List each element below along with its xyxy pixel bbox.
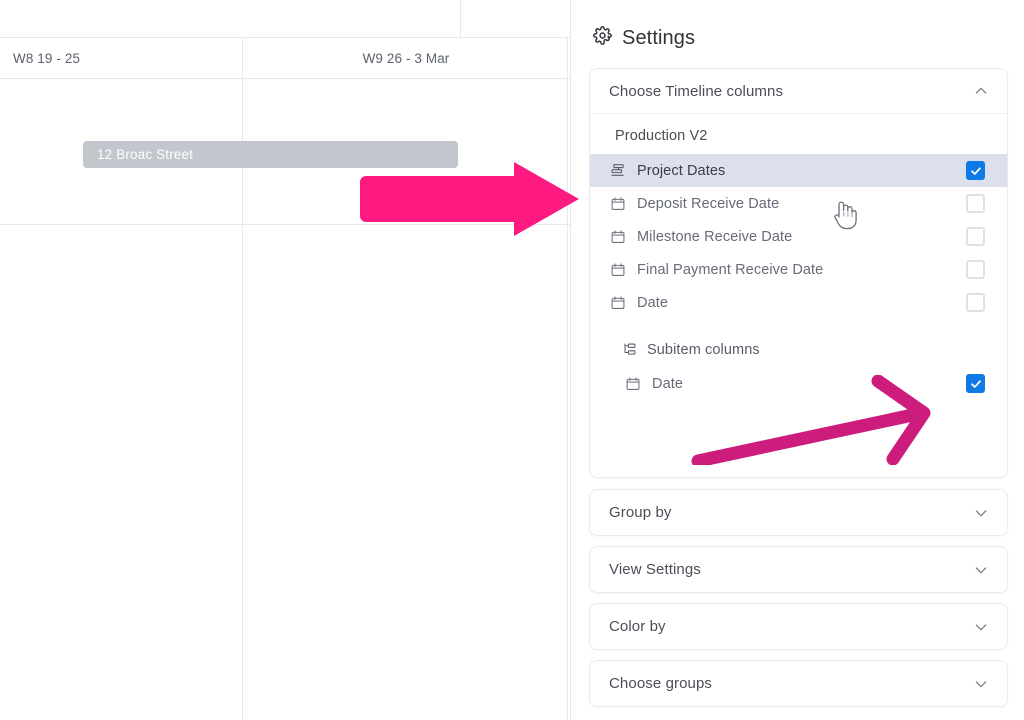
- section-color-by[interactable]: Color by: [589, 603, 1008, 650]
- settings-panel: Settings Choose Timeline columns Product…: [570, 0, 1024, 720]
- column-option-final-payment-receive-date[interactable]: Final Payment Receive Date: [590, 253, 1007, 286]
- timeline-top-header-row: [0, 0, 570, 38]
- section-header-view-settings[interactable]: View Settings: [590, 547, 1007, 592]
- section-body-choose-timeline-columns: Production V2 Project Dates Deposit Rece…: [590, 114, 1007, 424]
- gantt-bar[interactable]: 12 Broac Street: [83, 141, 458, 168]
- section-header-color-by[interactable]: Color by: [590, 604, 1007, 649]
- calendar-icon: [609, 228, 627, 246]
- column-option-project-dates[interactable]: Project Dates: [590, 154, 1007, 187]
- timeline-week-header-w8: W8 19 - 25: [13, 50, 81, 66]
- section-choose-timeline-columns: Choose Timeline columns Production V2 Pr…: [589, 68, 1008, 478]
- chevron-down-icon[interactable]: [973, 562, 989, 578]
- timeline-icon: [609, 162, 627, 180]
- section-label: Group by: [609, 504, 672, 521]
- calendar-icon: [609, 294, 627, 312]
- section-group-by[interactable]: Group by: [589, 489, 1008, 536]
- calendar-icon: [609, 195, 627, 213]
- column-option-label: Final Payment Receive Date: [637, 261, 824, 278]
- column-option-milestone-receive-date[interactable]: Milestone Receive Date: [590, 220, 1007, 253]
- timeline-row-divider: [0, 224, 570, 225]
- calendar-icon: [624, 375, 642, 393]
- section-header-group-by[interactable]: Group by: [590, 490, 1007, 535]
- page-title: Settings: [622, 26, 696, 49]
- chevron-down-icon[interactable]: [973, 676, 989, 692]
- column-checkbox-project-dates[interactable]: [966, 161, 985, 180]
- section-label: Choose Timeline columns: [609, 82, 784, 100]
- chevron-down-icon[interactable]: [973, 505, 989, 521]
- section-header-choose-groups[interactable]: Choose groups: [590, 661, 1007, 706]
- timeline-view[interactable]: W8 19 - 25 W9 26 - 3 Mar 12 Broac Street: [0, 0, 570, 720]
- subitem-icon: [620, 341, 638, 359]
- calendar-icon: [609, 261, 627, 279]
- subitem-columns-group-header: Subitem columns: [590, 333, 1007, 367]
- column-option-label: Deposit Receive Date: [637, 195, 780, 212]
- subitem-column-option-label: Date: [652, 375, 684, 392]
- timeline-week-header-w9: W9 26 - 3 Mar: [362, 50, 450, 66]
- subitem-column-option-date[interactable]: Date: [590, 367, 1007, 400]
- column-checkbox-milestone-receive-date[interactable]: [966, 227, 985, 246]
- section-choose-groups[interactable]: Choose groups: [589, 660, 1008, 707]
- chevron-down-icon[interactable]: [973, 619, 989, 635]
- chevron-up-icon[interactable]: [973, 83, 989, 99]
- timeline-week-header-row: W8 19 - 25 W9 26 - 3 Mar: [0, 38, 570, 79]
- column-checkbox-date[interactable]: [966, 293, 985, 312]
- column-checkbox-final-payment-receive-date[interactable]: [966, 260, 985, 279]
- section-label: Color by: [609, 618, 666, 635]
- section-label: View Settings: [609, 561, 701, 578]
- column-group-title: Production V2: [615, 128, 708, 144]
- section-label: Choose groups: [609, 675, 713, 692]
- column-option-deposit-receive-date[interactable]: Deposit Receive Date: [590, 187, 1007, 220]
- section-view-settings[interactable]: View Settings: [589, 546, 1008, 593]
- gantt-bar-label: 12 Broac Street: [97, 147, 194, 162]
- column-option-label: Date: [637, 294, 669, 311]
- timeline-top-header-divider: [460, 0, 461, 38]
- subitem-columns-group-label: Subitem columns: [647, 342, 760, 358]
- timeline-gridline-vertical: [567, 38, 568, 720]
- settings-panel-header: Settings: [593, 26, 695, 50]
- column-option-date[interactable]: Date: [590, 286, 1007, 319]
- column-option-label: Project Dates: [637, 162, 726, 179]
- column-checkbox-deposit-receive-date[interactable]: [966, 194, 985, 213]
- gear-icon: [593, 26, 612, 50]
- column-option-label: Milestone Receive Date: [637, 228, 793, 245]
- subitem-column-checkbox-date[interactable]: [966, 374, 985, 393]
- section-header-choose-timeline-columns[interactable]: Choose Timeline columns: [590, 69, 1007, 114]
